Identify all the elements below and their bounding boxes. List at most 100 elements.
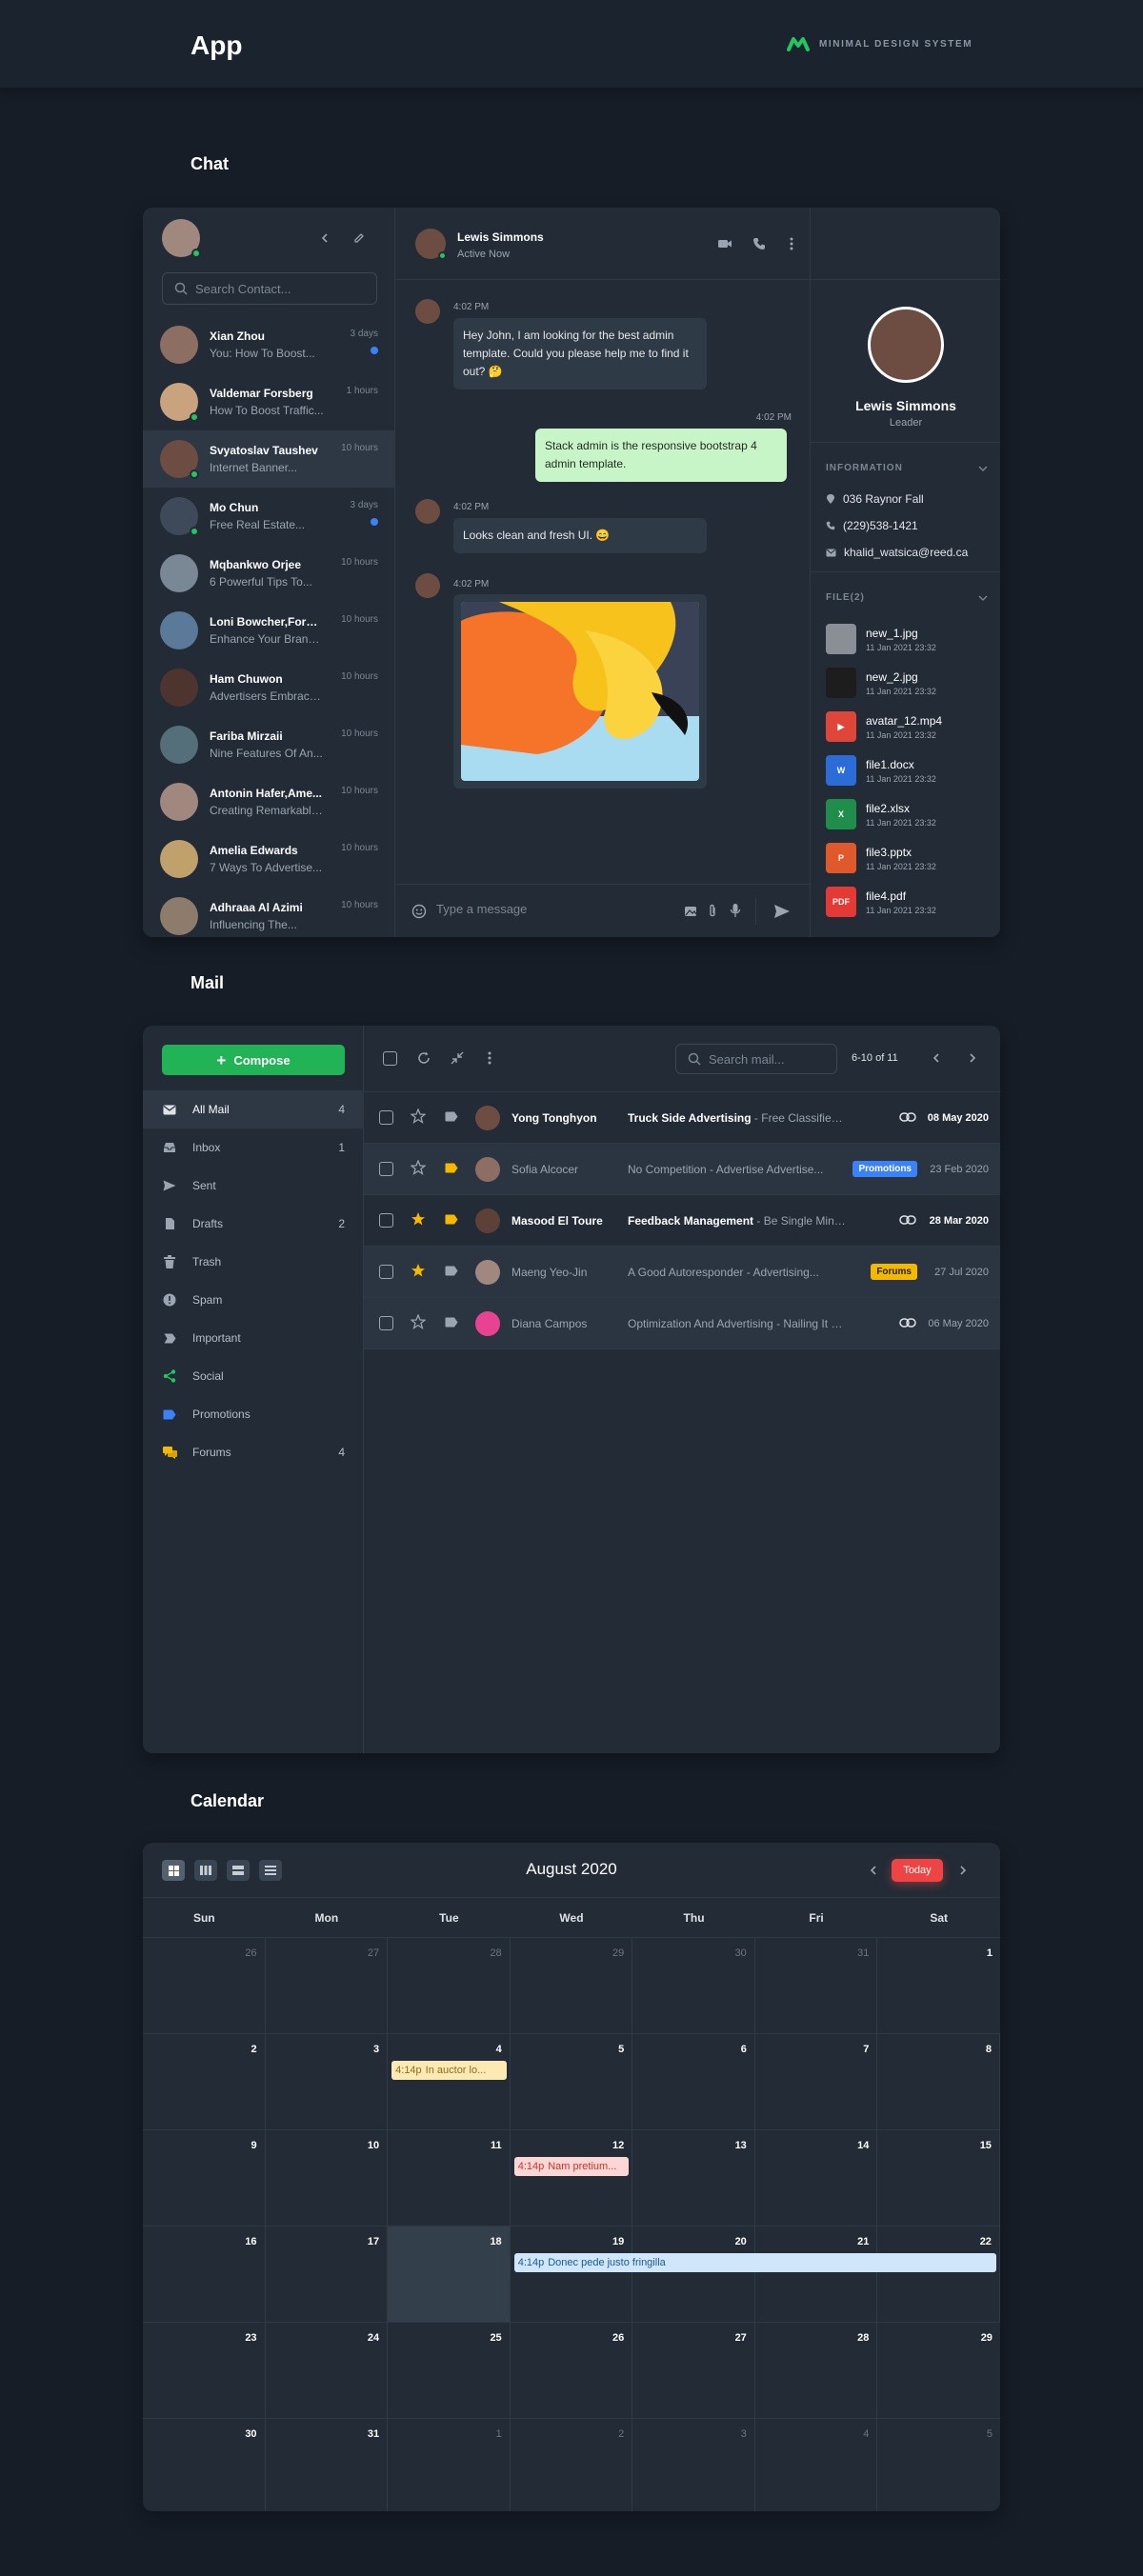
file-item[interactable]: new_1.jpg 11 Jan 2021 23:32 bbox=[826, 617, 993, 661]
calendar-event[interactable]: 4:14p Donec pede justo fringilla bbox=[513, 2253, 996, 2272]
contact-item[interactable]: Valdemar Forsberg How To Boost Traffic...… bbox=[143, 373, 395, 430]
today-button[interactable]: Today bbox=[892, 1859, 943, 1882]
calendar-day[interactable]: 8 bbox=[877, 2034, 1000, 2129]
calendar-day[interactable]: 21 bbox=[755, 2227, 878, 2322]
star-icon[interactable] bbox=[410, 1159, 427, 1178]
link-icon[interactable] bbox=[899, 1317, 916, 1330]
phone-icon[interactable] bbox=[749, 233, 770, 254]
calendar-day[interactable]: 25 bbox=[388, 2323, 511, 2418]
label-tag-icon[interactable] bbox=[445, 1317, 458, 1330]
calendar-day[interactable]: 22 bbox=[877, 2227, 1000, 2322]
calendar-day[interactable]: 12 bbox=[511, 2130, 633, 2226]
calendar-day[interactable]: 30 bbox=[143, 2419, 266, 2511]
video-call-icon[interactable] bbox=[714, 233, 735, 254]
calendar-day[interactable]: 30 bbox=[632, 1938, 755, 2033]
conversation-avatar[interactable] bbox=[415, 229, 447, 260]
calendar-day[interactable]: 31 bbox=[755, 1938, 878, 2033]
chevron-down-icon[interactable] bbox=[978, 594, 988, 602]
calendar-day[interactable]: 19 bbox=[511, 2227, 633, 2322]
contact-item[interactable]: Amelia Edwards 7 Ways To Advertise... 10 h… bbox=[143, 830, 395, 888]
calendar-day[interactable]: 10 bbox=[266, 2130, 389, 2226]
brand[interactable]: MINIMAL DESIGN SYSTEM bbox=[787, 36, 973, 51]
folder-item-all-mail[interactable]: All Mail 4 bbox=[143, 1090, 364, 1128]
folder-item-spam[interactable]: Spam bbox=[143, 1281, 364, 1319]
calendar-day[interactable]: 2 bbox=[511, 2419, 633, 2511]
contact-item[interactable]: Antonin Hafer,Ame... Creating Remarkable.… bbox=[143, 773, 395, 830]
star-icon[interactable] bbox=[411, 1263, 426, 1281]
calendar-day[interactable]: 7 bbox=[755, 2034, 878, 2129]
calendar-day[interactable]: 26 bbox=[143, 1938, 266, 2033]
calendar-day[interactable]: 15 bbox=[877, 2130, 1000, 2226]
folder-item-trash[interactable]: Trash bbox=[143, 1243, 364, 1281]
file-item[interactable]: Xfile2.xlsx 11 Jan 2021 23:32 bbox=[826, 792, 993, 836]
calendar-day[interactable]: 3 bbox=[266, 2034, 389, 2129]
calendar-day[interactable]: 4 bbox=[388, 2034, 511, 2129]
attachment-icon[interactable] bbox=[707, 904, 718, 919]
contact-item[interactable]: Svyatoslav Taushev Internet Banner... 10 h… bbox=[143, 430, 395, 488]
chevron-down-icon[interactable] bbox=[978, 465, 988, 472]
label-tag-icon[interactable] bbox=[445, 1163, 458, 1176]
contact-item[interactable]: Loni Bowcher,Forsb... Enhance Your Brand.… bbox=[143, 602, 395, 659]
chevron-left-icon[interactable] bbox=[869, 1865, 878, 1876]
search-mail-input[interactable]: Search mail... bbox=[675, 1044, 837, 1074]
star-icon[interactable] bbox=[410, 1313, 427, 1332]
list-view-button[interactable] bbox=[259, 1860, 282, 1881]
microphone-icon[interactable] bbox=[730, 903, 741, 919]
collapse-icon[interactable] bbox=[451, 1051, 464, 1065]
edit-icon[interactable] bbox=[349, 228, 370, 249]
calendar-day[interactable]: 28 bbox=[755, 2323, 878, 2418]
calendar-day[interactable]: 27 bbox=[266, 1938, 389, 2033]
calendar-day[interactable]: 9 bbox=[143, 2130, 266, 2226]
calendar-day[interactable]: 5 bbox=[877, 2419, 1000, 2511]
file-item[interactable]: Wfile1.docx 11 Jan 2021 23:32 bbox=[826, 749, 993, 792]
mail-checkbox[interactable] bbox=[379, 1265, 393, 1279]
folder-item-drafts[interactable]: Drafts 2 bbox=[143, 1205, 364, 1243]
calendar-day[interactable]: 1 bbox=[877, 1938, 1000, 2033]
link-icon[interactable] bbox=[899, 1111, 916, 1125]
calendar-day[interactable]: 5 bbox=[511, 2034, 633, 2129]
calendar-event[interactable]: 4:14p Nam pretium... bbox=[513, 2157, 630, 2176]
calendar-day[interactable]: 1 bbox=[388, 2419, 511, 2511]
calendar-day[interactable]: 18 bbox=[388, 2227, 511, 2322]
calendar-day[interactable]: 14 bbox=[755, 2130, 878, 2226]
chevron-right-icon[interactable] bbox=[958, 1865, 968, 1876]
folder-item-important[interactable]: Important bbox=[143, 1319, 364, 1357]
chevron-right-icon[interactable] bbox=[968, 1052, 977, 1064]
calendar-day[interactable]: 3 bbox=[632, 2419, 755, 2511]
contact-item[interactable]: Adhraaa Al Azimi Influencing The... 10 hou… bbox=[143, 888, 395, 937]
calendar-day[interactable]: 29 bbox=[877, 2323, 1000, 2418]
calendar-day[interactable]: 17 bbox=[266, 2227, 389, 2322]
folder-item-promotions[interactable]: Promotions bbox=[143, 1395, 364, 1433]
calendar-day[interactable]: 28 bbox=[388, 1938, 511, 2033]
folder-item-sent[interactable]: Sent bbox=[143, 1167, 364, 1205]
calendar-day[interactable]: 4 bbox=[755, 2419, 878, 2511]
label-tag-icon[interactable] bbox=[445, 1266, 458, 1279]
mail-checkbox[interactable] bbox=[379, 1162, 393, 1176]
calendar-day[interactable]: 13 bbox=[632, 2130, 755, 2226]
mail-checkbox[interactable] bbox=[379, 1316, 393, 1330]
mail-row[interactable]: Maeng Yeo-Jin A Good Autoresponder - Adve… bbox=[364, 1247, 1000, 1298]
month-view-button[interactable] bbox=[162, 1860, 185, 1881]
message-image-bubble[interactable] bbox=[453, 594, 707, 789]
calendar-day[interactable]: 31 bbox=[266, 2419, 389, 2511]
calendar-day[interactable]: 2 bbox=[143, 2034, 266, 2129]
calendar-day[interactable]: 24 bbox=[266, 2323, 389, 2418]
mail-row[interactable]: Yong Tonghyon Truck Side Advertising - Fr… bbox=[364, 1092, 1000, 1144]
contact-item[interactable]: Fariba Mirzaii Nine Features Of An... 10 h… bbox=[143, 716, 395, 773]
calendar-day[interactable]: 11 bbox=[388, 2130, 511, 2226]
calendar-event[interactable]: 4:14p In auctor lo... bbox=[391, 2061, 507, 2080]
refresh-icon[interactable] bbox=[417, 1051, 431, 1065]
chevron-left-icon[interactable] bbox=[314, 228, 335, 249]
calendar-day[interactable]: 27 bbox=[632, 2323, 755, 2418]
mail-checkbox[interactable] bbox=[379, 1213, 393, 1228]
calendar-day[interactable]: 26 bbox=[511, 2323, 633, 2418]
calendar-day[interactable]: 23 bbox=[143, 2323, 266, 2418]
file-item[interactable]: PDF file4.pdf 11 Jan 2021 23:32 bbox=[826, 880, 993, 924]
folder-item-inbox[interactable]: Inbox 1 bbox=[143, 1128, 364, 1167]
calendar-day[interactable]: 20 bbox=[632, 2227, 755, 2322]
mail-checkbox[interactable] bbox=[379, 1110, 393, 1125]
star-icon[interactable] bbox=[411, 1211, 426, 1229]
calendar-day[interactable]: 6 bbox=[632, 2034, 755, 2129]
my-avatar[interactable] bbox=[162, 219, 201, 258]
file-item[interactable]: new_2.jpg 11 Jan 2021 23:32 bbox=[826, 661, 993, 705]
